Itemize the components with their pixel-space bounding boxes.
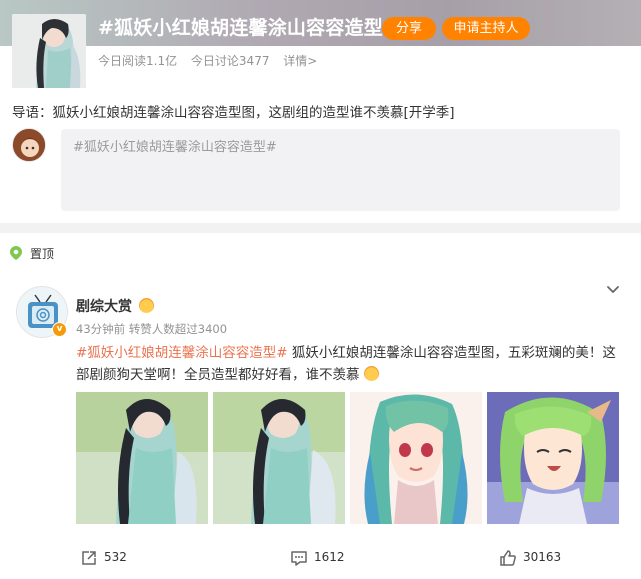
compose-input[interactable]: #狐妖小红娘胡连馨涂山容容造型# [61, 129, 620, 211]
details-link[interactable]: 详情> [283, 54, 317, 68]
thumbs-up-icon [500, 550, 516, 566]
post-photo[interactable] [350, 392, 482, 524]
post-photo[interactable] [213, 392, 345, 524]
topic-intro: 导语：狐妖小红娘胡连馨涂山容容造型图，这剧组的造型谁不羡慕[开学季] [12, 105, 455, 121]
post-text: #狐妖小红娘胡连馨涂山容容造型# 狐妖小红娘胡连馨涂山容容造型图，五彩斑斓的美！… [76, 342, 621, 386]
post-photo[interactable] [487, 392, 619, 524]
share-button[interactable]: 分享 [382, 17, 436, 40]
pin-icon [10, 246, 22, 260]
comment-icon [291, 551, 307, 566]
topic-stats: 今日阅读1.1亿 今日讨论3477 详情> [98, 52, 327, 69]
pin-label: 置顶 [30, 247, 55, 261]
crying-emoji-icon [363, 366, 379, 381]
reads-count: 今日阅读1.1亿 [98, 54, 178, 68]
discussions-count: 今日讨论3477 [190, 54, 270, 68]
comment-count: 1612 [314, 550, 345, 564]
post-photo[interactable] [76, 392, 208, 524]
emoji-icon [139, 298, 154, 313]
topic-cover-image [12, 14, 86, 88]
post-hashtag-link[interactable]: #狐妖小红娘胡连馨涂山容容造型# [76, 345, 288, 361]
topic-header: #狐妖小红娘胡连馨涂山容容造型# 分享 申请主持人 今日阅读1.1亿 今日讨论3… [0, 0, 641, 88]
apply-host-button[interactable]: 申请主持人 [442, 17, 530, 40]
topic-title: #狐妖小红娘胡连馨涂山容容造型# [98, 17, 400, 39]
repost-count: 532 [104, 550, 127, 564]
chevron-down-icon[interactable] [605, 284, 621, 296]
author-name[interactable]: 剧综大赏 [76, 296, 132, 316]
post-meta: 43分钟前 转赞人数超过3400 [76, 322, 228, 336]
post-photo-grid [76, 392, 621, 524]
current-user-avatar[interactable] [12, 128, 46, 162]
like-count: 30163 [523, 550, 562, 564]
section-divider [0, 223, 641, 233]
repost-icon [82, 551, 96, 565]
verified-badge-icon: v [52, 322, 67, 337]
